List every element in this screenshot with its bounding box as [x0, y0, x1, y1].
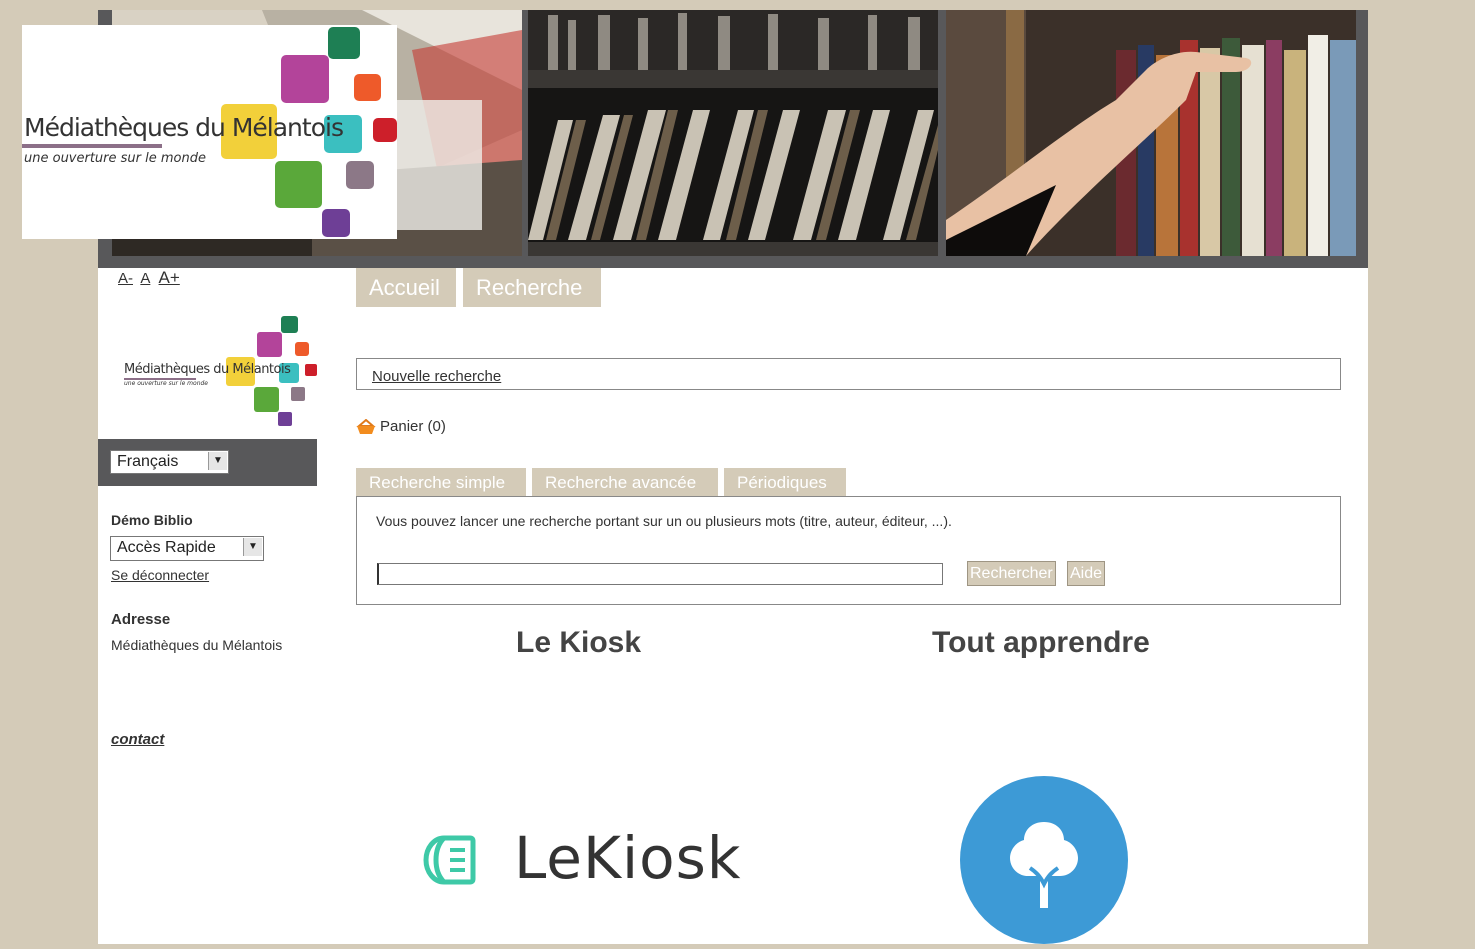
search-input[interactable]: [377, 563, 943, 585]
lekiosk-logo-text: LeKiosk: [514, 824, 742, 892]
language-select[interactable]: Français ▼: [110, 450, 229, 474]
search-hint: Vous pouvez lancer une recherche portant…: [376, 513, 952, 529]
logo-square-mauve: [346, 161, 374, 189]
logo-square-red: [373, 118, 397, 142]
user-name: Démo Biblio: [111, 512, 193, 528]
site-logo[interactable]: Médiathèques du Mélantois une ouverture …: [22, 25, 397, 239]
banner-photo-shelf: [528, 10, 938, 256]
lekiosk-logo[interactable]: LeKiosk: [420, 824, 750, 892]
language-bar: Français ▼: [98, 439, 317, 486]
quick-access-selected: Accès Rapide: [117, 539, 216, 556]
chevron-down-icon[interactable]: ▼: [243, 538, 262, 556]
logo-underline: [22, 144, 162, 148]
sidebar-logo: Médiathèques du Mélantois une ouverture …: [120, 316, 320, 428]
tab-accueil[interactable]: Accueil: [356, 268, 456, 307]
language-selected: Français: [117, 453, 179, 470]
font-increase-button[interactable]: A+: [159, 268, 180, 287]
hand-books-illustration: [946, 10, 1356, 256]
logo-small-square-mauve: [291, 387, 305, 401]
quick-access-select[interactable]: Accès Rapide ▼: [110, 536, 264, 561]
tab-recherche[interactable]: Recherche: [463, 268, 601, 307]
tab-recherche-avancee[interactable]: Recherche avancée: [532, 468, 718, 497]
section-title-lekiosk: Le Kiosk: [516, 626, 642, 659]
logo-small-square-orange: [295, 342, 309, 356]
new-search-link[interactable]: Nouvelle recherche: [372, 368, 501, 385]
logo-small-square-green-dark: [281, 316, 298, 333]
tree-icon: [960, 776, 1128, 944]
basket-icon: [356, 419, 376, 435]
tab-periodiques[interactable]: Périodiques: [724, 468, 846, 497]
new-search-box: Nouvelle recherche: [356, 358, 1341, 390]
tout-apprendre-logo[interactable]: [960, 776, 1128, 944]
cart-label: Panier (0): [380, 418, 446, 435]
search-button[interactable]: Rechercher: [967, 561, 1056, 586]
section-title-tout-apprendre: Tout apprendre: [932, 626, 1150, 659]
chevron-down-icon[interactable]: ▼: [208, 452, 227, 470]
address-value: Médiathèques du Mélantois: [111, 637, 283, 653]
logo-square-purple: [322, 209, 350, 237]
tab-recherche-simple[interactable]: Recherche simple: [356, 468, 526, 497]
logo-small-tagline: une ouverture sur le monde: [124, 380, 208, 387]
help-button[interactable]: Aide: [1067, 561, 1106, 586]
font-size-controls: A- A A+: [118, 268, 184, 288]
contact-link[interactable]: contact: [111, 731, 164, 748]
open-book-icon: [423, 835, 476, 885]
logo-square-magenta: [281, 55, 329, 103]
logo-square-green-dark: [328, 27, 360, 59]
logo-square-orange: [354, 74, 381, 101]
banner-photo-hand: [946, 10, 1356, 256]
address-heading: Adresse: [111, 611, 171, 628]
logo-title: Médiathèques du Mélantois: [24, 113, 344, 142]
logo-square-green: [275, 161, 322, 208]
shelf-illustration: [528, 10, 938, 256]
logo-tagline: une ouverture sur le monde: [24, 151, 206, 166]
font-decrease-button[interactable]: A-: [118, 270, 133, 287]
logo-small-title: Médiathèques du Mélantois: [124, 362, 291, 377]
logo-small-square-magenta: [257, 332, 282, 357]
logo-small-square-red: [305, 364, 317, 376]
logo-small-square-purple: [278, 412, 292, 426]
cart[interactable]: Panier (0): [356, 418, 446, 435]
logo-small-square-green: [254, 387, 279, 412]
simple-search-panel: Vous pouvez lancer une recherche portant…: [356, 496, 1341, 605]
logout-link[interactable]: Se déconnecter: [111, 567, 209, 583]
font-reset-button[interactable]: A: [140, 270, 150, 287]
